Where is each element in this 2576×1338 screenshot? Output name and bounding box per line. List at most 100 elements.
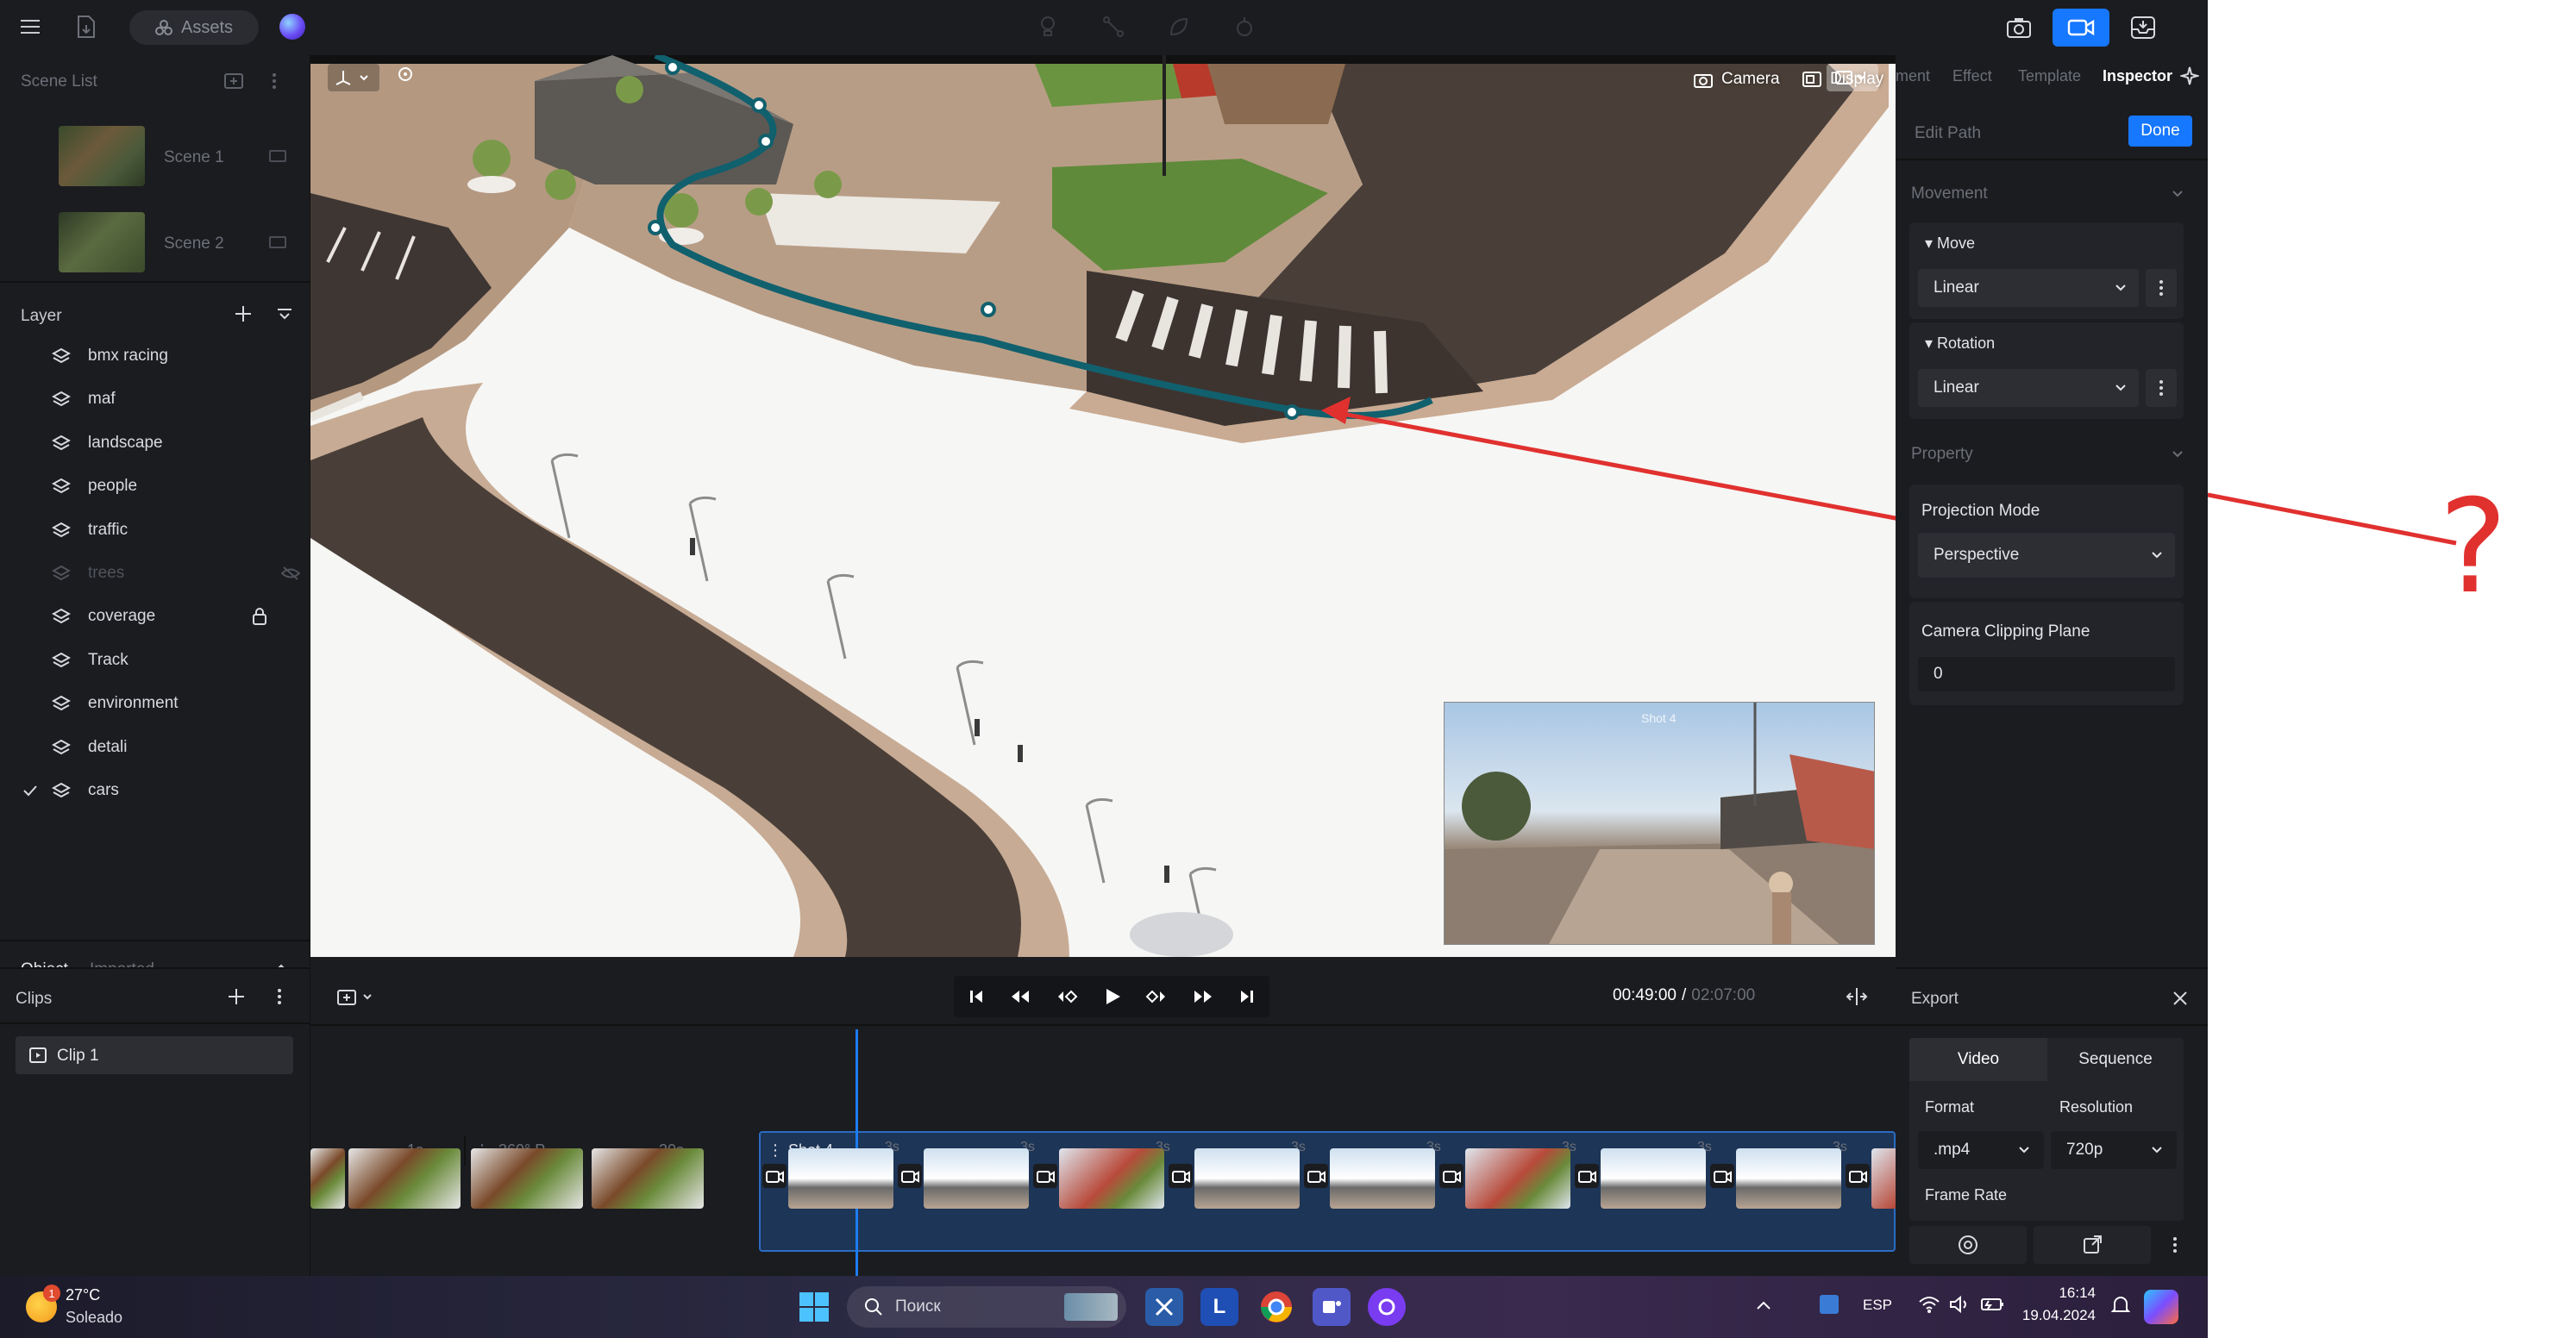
volume-icon[interactable] xyxy=(1949,1295,1971,1314)
layer-item[interactable]: trees xyxy=(0,553,310,593)
view-options-button[interactable] xyxy=(1827,64,1878,91)
shot-camera-icon[interactable] xyxy=(1304,1164,1328,1188)
shot-camera-icon[interactable] xyxy=(1033,1164,1057,1188)
shot-camera-icon[interactable] xyxy=(1710,1164,1734,1188)
chevron-down-icon[interactable] xyxy=(2172,190,2184,198)
split-icon[interactable] xyxy=(1846,986,1868,1007)
layer-item[interactable]: environment xyxy=(0,684,310,723)
lumion-app-icon[interactable]: L xyxy=(1200,1288,1238,1326)
layer-item[interactable]: bmx racing xyxy=(0,336,310,376)
play-icon[interactable] xyxy=(1102,986,1123,1007)
shot-camera-icon[interactable] xyxy=(898,1164,922,1188)
resolution-select[interactable]: 720p xyxy=(2051,1131,2177,1169)
sparkle-icon[interactable] xyxy=(2180,66,2199,86)
tab-video[interactable]: Video xyxy=(1909,1038,2047,1081)
scene-item[interactable]: Scene 1 xyxy=(0,121,310,195)
fast-forward-icon[interactable] xyxy=(1192,988,1214,1005)
add-clip-icon[interactable] xyxy=(226,986,247,1007)
lock-icon[interactable] xyxy=(252,607,267,626)
rotation-more-button[interactable] xyxy=(2146,369,2177,407)
layer-item[interactable]: people xyxy=(0,466,310,506)
leaf-icon[interactable] xyxy=(1166,14,1192,40)
path-tool-icon[interactable] xyxy=(1100,14,1126,40)
tab-movement[interactable]: ment xyxy=(1896,67,1930,85)
clips-more-icon[interactable] xyxy=(271,986,288,1007)
snipping-tool-icon[interactable] xyxy=(1145,1288,1183,1326)
shot-camera-icon[interactable] xyxy=(1169,1164,1193,1188)
shot-camera-icon[interactable] xyxy=(1846,1164,1870,1188)
chrome-icon[interactable] xyxy=(1257,1288,1295,1326)
add-camera-shot-button[interactable] xyxy=(336,986,379,1010)
close-icon[interactable] xyxy=(2172,990,2189,1007)
move-label-row[interactable]: ▾ Move xyxy=(1925,234,1975,253)
windows-start-icon[interactable] xyxy=(799,1291,830,1322)
layer-item[interactable]: detali xyxy=(0,728,310,767)
format-select[interactable]: .mp4 xyxy=(1918,1131,2044,1169)
tab-template[interactable]: Template xyxy=(2018,67,2081,85)
render-output-button[interactable] xyxy=(2115,9,2172,47)
copilot-icon[interactable] xyxy=(2144,1290,2178,1324)
app-purple-icon[interactable] xyxy=(1368,1288,1406,1326)
add-scene-icon[interactable] xyxy=(223,71,245,91)
clip-item[interactable]: Clip 1 xyxy=(16,1036,293,1074)
3d-viewport[interactable]: Camera Display Shot 4 xyxy=(310,55,1896,957)
move-interpolation-select[interactable]: Linear xyxy=(1918,269,2139,307)
light-bulb-icon[interactable] xyxy=(1035,14,1061,40)
layer-item[interactable]: maf xyxy=(0,379,310,419)
taskbar-search[interactable]: Поиск xyxy=(847,1286,1126,1328)
scene-item[interactable]: Scene 2 xyxy=(0,207,310,281)
tab-sequence[interactable]: Sequence xyxy=(2047,1038,2184,1081)
camera-view-button[interactable]: Camera xyxy=(1694,66,1780,93)
orbit-tool-icon[interactable] xyxy=(393,64,423,91)
shot-camera-icon[interactable] xyxy=(1575,1164,1599,1188)
teams-icon[interactable] xyxy=(1313,1288,1351,1326)
assets-button[interactable]: Assets xyxy=(129,10,259,45)
done-button[interactable]: Done xyxy=(2128,116,2192,147)
video-mode-button[interactable] xyxy=(2053,9,2109,47)
layer-item[interactable]: landscape xyxy=(0,423,310,463)
layer-filter-icon[interactable] xyxy=(274,303,295,324)
shot-camera-icon[interactable] xyxy=(1439,1164,1463,1188)
chevron-down-icon[interactable] xyxy=(2172,450,2184,459)
skip-start-icon[interactable] xyxy=(968,988,985,1005)
menu-icon[interactable] xyxy=(17,14,43,40)
clock-date[interactable]: 19.04.2024 xyxy=(2001,1307,2096,1324)
layer-item[interactable]: traffic xyxy=(0,510,310,550)
ai-orb-icon[interactable] xyxy=(279,14,305,40)
tab-effect[interactable]: Effect xyxy=(1952,67,1992,85)
scene-camera-icon[interactable] xyxy=(269,236,286,248)
shot-camera-icon[interactable] xyxy=(762,1164,787,1188)
rewind-icon[interactable] xyxy=(1009,988,1031,1005)
tab-inspector[interactable]: Inspector xyxy=(2103,67,2172,85)
tray-chevron-up-icon[interactable] xyxy=(1756,1300,1771,1310)
tray-app-icon[interactable] xyxy=(1820,1295,1839,1314)
render-settings-button[interactable] xyxy=(1909,1226,2027,1264)
move-more-button[interactable] xyxy=(2146,269,2177,307)
layer-item[interactable]: coverage xyxy=(0,597,310,636)
clipping-plane-input[interactable]: 0 xyxy=(1918,657,2175,691)
import-file-icon[interactable] xyxy=(72,12,100,41)
layer-item[interactable]: Track xyxy=(0,641,310,680)
add-layer-icon[interactable] xyxy=(233,303,254,324)
skip-end-icon[interactable] xyxy=(1238,988,1256,1005)
notification-bell-icon[interactable] xyxy=(2111,1295,2130,1316)
wifi-icon[interactable] xyxy=(1918,1295,1940,1314)
prev-keyframe-icon[interactable] xyxy=(1056,988,1078,1005)
layer-item[interactable]: cars xyxy=(0,771,310,810)
projection-mode-select[interactable]: Perspective xyxy=(1918,533,2175,578)
scene-camera-icon[interactable] xyxy=(269,150,286,162)
scene-more-icon[interactable] xyxy=(266,71,283,91)
eye-off-icon[interactable] xyxy=(281,566,300,581)
effect-icon[interactable] xyxy=(1232,14,1257,40)
transform-gizmo-button[interactable] xyxy=(328,64,379,91)
weather-temp[interactable]: 27°C xyxy=(66,1286,100,1304)
language-indicator[interactable]: ESP xyxy=(1863,1297,1892,1314)
next-keyframe-icon[interactable] xyxy=(1145,988,1168,1005)
clock-time[interactable]: 16:14 xyxy=(2021,1285,2096,1302)
export-render-button[interactable] xyxy=(2034,1226,2151,1264)
export-more-button[interactable] xyxy=(2158,1226,2192,1264)
rotation-interpolation-select[interactable]: Linear xyxy=(1918,369,2139,407)
screenshot-button[interactable] xyxy=(1990,9,2047,47)
rotation-label-row[interactable]: ▾ Rotation xyxy=(1925,334,1995,353)
check-icon[interactable] xyxy=(22,785,38,797)
